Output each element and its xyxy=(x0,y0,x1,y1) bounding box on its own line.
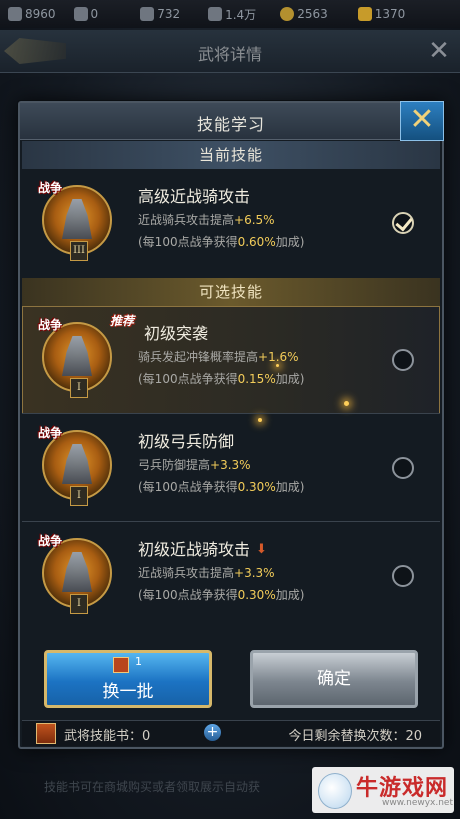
dialog-footer: 武将技能书：0 + 今日剩余替换次数：20 xyxy=(22,720,440,746)
skill-name: 高级近战骑攻击 xyxy=(138,187,251,206)
plus-icon[interactable]: + xyxy=(204,724,221,741)
archer-figure-icon xyxy=(62,444,92,484)
watermark-logo-icon xyxy=(318,773,352,809)
recommend-badge: 推荐 xyxy=(110,314,135,328)
current-skill-row: 战争 III 高级近战骑攻击 近战骑兵攻击提高+6.5% (每100点战争获得0… xyxy=(22,169,440,277)
skill-desc: 近战骑兵攻击提高+6.5% xyxy=(138,213,275,227)
current-skill-header: 当前技能 xyxy=(22,141,440,169)
sparkle-effect xyxy=(344,401,349,406)
swap-cost: 1 xyxy=(135,655,142,668)
sparkle-effect xyxy=(276,364,279,367)
skill-tag: 战争 xyxy=(38,426,63,440)
skill-level-badge: I xyxy=(70,378,88,398)
skill-emblem-icon: 战争 I xyxy=(38,426,112,506)
skill-level-badge: I xyxy=(70,486,88,506)
skill-desc: 近战骑兵攻击提高+3.3% xyxy=(138,566,275,580)
skill-tag: 战争 xyxy=(38,318,63,332)
feather-icon xyxy=(73,7,88,21)
skill-book-icon xyxy=(113,657,129,673)
skill-option-1-radio[interactable] xyxy=(392,349,414,371)
skill-name: 初级突袭 xyxy=(144,324,209,343)
cavalry-figure-icon xyxy=(62,336,92,376)
skill-emblem-icon: 战争 III xyxy=(38,181,112,261)
skill-desc: 骑兵发起冲锋概率提高+1.6% xyxy=(138,350,299,364)
resource-5: 2563 xyxy=(280,7,328,21)
down-arrow-icon: ⬇ xyxy=(256,542,267,557)
skill-note: (每100点战争获得0.30%加成) xyxy=(138,480,305,494)
skill-name: 初级近战骑攻击 xyxy=(138,540,251,559)
dialog-title-bar: 技能学习 xyxy=(20,103,442,140)
skill-level-badge: I xyxy=(70,594,88,614)
swap-label: 换一批 xyxy=(102,682,154,702)
close-icon[interactable]: ✕ xyxy=(400,101,444,141)
sword-icon xyxy=(8,7,22,21)
ingot-icon xyxy=(357,7,372,21)
resource-power: 8960 xyxy=(8,7,56,21)
watermark-url: www.newyx.net xyxy=(382,798,454,808)
skill-learning-dialog: 技能学习 ✕ 当前技能 战争 III 高级近战骑攻击 近战骑兵攻击提高+6.5%… xyxy=(18,101,444,749)
stone-icon xyxy=(208,7,223,21)
swap-batch-button[interactable]: 1 换一批 xyxy=(44,650,212,708)
skill-tag: 战争 xyxy=(38,181,63,195)
watermark: 牛游戏网 www.newyx.net xyxy=(312,767,454,813)
optional-skill-header: 可选技能 xyxy=(22,278,440,306)
dialog-title: 技能学习 xyxy=(196,115,265,134)
gold-coin-icon xyxy=(280,7,295,21)
skill-level-badge: III xyxy=(70,241,88,261)
resource-3: 732 xyxy=(140,7,180,21)
skill-option-2-radio[interactable] xyxy=(392,457,414,479)
skill-desc: 弓兵防御提高+3.3% xyxy=(138,458,251,472)
background-header: 武将详情 ✕ xyxy=(0,30,460,73)
skill-book-count: 武将技能书：0 xyxy=(64,729,151,744)
resource-bar: 8960 0 732 1.4万 2563 1370 xyxy=(0,0,460,28)
cavalry-figure-icon xyxy=(62,552,92,592)
remaining-swaps: 今日剩余替换次数：20 xyxy=(288,729,422,744)
resource-2: 0 xyxy=(73,7,98,21)
skill-emblem-icon: 战争 I xyxy=(38,318,112,398)
skill-tag: 战争 xyxy=(38,534,63,548)
resource-4: 1.4万 xyxy=(208,6,256,23)
skill-option-3[interactable]: 战争 I 初级近战骑攻击 ⬇ 近战骑兵攻击提高+3.3% (每100点战争获得0… xyxy=(22,522,440,630)
current-skill-check-icon xyxy=(392,212,414,234)
skill-option-3-radio[interactable] xyxy=(392,565,414,587)
skill-option-1[interactable]: 战争 I 推荐 初级突袭 骑兵发起冲锋概率提高+1.6% (每100点战争获得0… xyxy=(22,306,440,422)
background-close-icon[interactable]: ✕ xyxy=(424,36,454,66)
skill-emblem-icon: 战争 I xyxy=(38,534,112,614)
background-title: 武将详情 xyxy=(197,45,262,64)
bottom-hint: 技能书可在商城购买或者领取展示自动获 xyxy=(44,780,261,794)
skill-option-2[interactable]: 战争 I 初级弓兵防御 弓兵防御提高+3.3% (每100点战争获得0.30%加… xyxy=(22,414,440,522)
skill-note: (每100点战争获得0.15%加成) xyxy=(138,372,305,386)
skill-note: (每100点战争获得0.60%加成) xyxy=(138,235,305,249)
skill-name: 初级弓兵防御 xyxy=(138,432,235,451)
wood-icon xyxy=(140,7,155,21)
resource-6: 1370 xyxy=(357,7,405,21)
skill-note: (每100点战争获得0.30%加成) xyxy=(138,588,305,602)
skill-book-icon xyxy=(36,723,56,744)
confirm-button[interactable]: 确定 xyxy=(250,650,418,708)
cavalry-figure-icon xyxy=(62,199,92,239)
